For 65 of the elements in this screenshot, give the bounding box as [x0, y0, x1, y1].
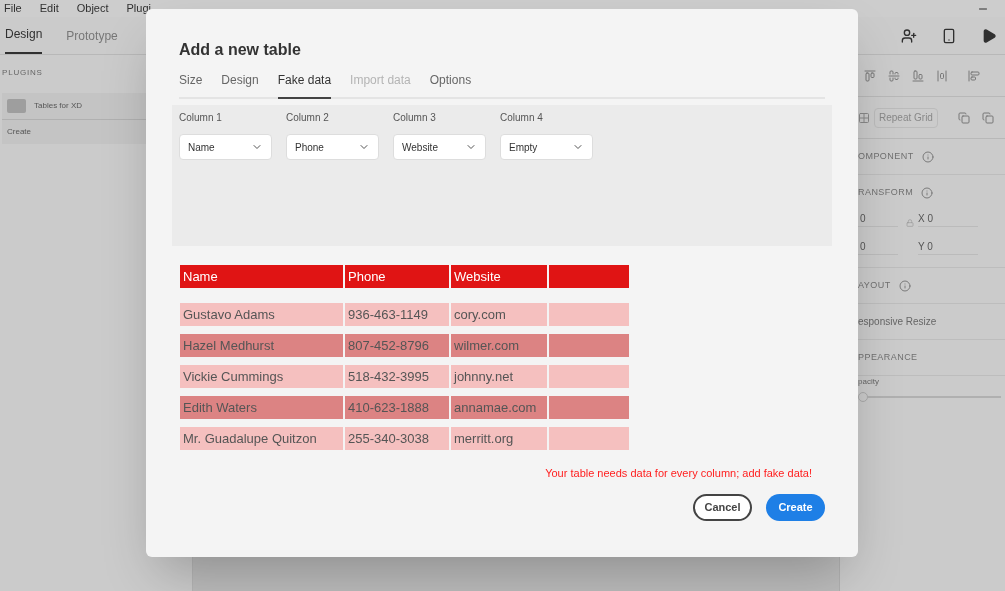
- distribute-icon[interactable]: [936, 69, 948, 82]
- table-cell: Edith Waters: [180, 396, 343, 419]
- table-header-cell: Phone: [345, 265, 449, 288]
- align-icon[interactable]: [888, 69, 900, 82]
- table-header-cell: Name: [180, 265, 343, 288]
- table-header-cell: Website: [451, 265, 547, 288]
- section-heading: OMPONENT: [858, 149, 914, 163]
- table-cell: Vickie Cummings: [180, 365, 343, 388]
- opacity-label: pacity: [858, 376, 880, 388]
- dialog-title: Add a new table: [179, 40, 302, 60]
- menu-item[interactable]: Plugi: [126, 0, 151, 17]
- dialog-tab[interactable]: Fake data: [277, 71, 332, 99]
- table-cell: 255-340-3038: [345, 427, 449, 450]
- info-icon[interactable]: [921, 187, 934, 199]
- cancel-button[interactable]: Cancel: [693, 493, 752, 521]
- phone-icon[interactable]: [941, 27, 957, 44]
- table-cell: merritt.org: [451, 427, 547, 450]
- play-icon[interactable]: [981, 27, 997, 44]
- table-cell: johnny.net: [451, 365, 547, 388]
- column-dropdown[interactable]: Website: [393, 134, 486, 160]
- column-label: Column 4: [500, 111, 544, 125]
- column-label: Column 2: [286, 111, 330, 125]
- mode-tab[interactable]: Design: [5, 25, 43, 54]
- column-dropdown[interactable]: Name: [179, 134, 272, 160]
- copy-icon[interactable]: [981, 111, 994, 124]
- align-icon[interactable]: [912, 69, 924, 82]
- column-dropdown[interactable]: Phone: [286, 134, 379, 160]
- section-heading: AYOUT: [858, 278, 891, 292]
- table-cell: Hazel Medhurst: [180, 334, 343, 357]
- section-heading: RANSFORM: [858, 186, 914, 200]
- table-cell: 807-452-8796: [345, 334, 449, 357]
- error-message: Your table needs data for every column; add fake data!: [545, 466, 812, 481]
- menu-item[interactable]: File: [4, 0, 22, 17]
- table-cell: Mr. Guadalupe Quitzon: [180, 427, 343, 450]
- section-heading: PLUGINS: [1, 67, 44, 79]
- dialog-tab[interactable]: Design: [221, 71, 259, 99]
- menu-item[interactable]: Object: [76, 0, 109, 17]
- create-button[interactable]: Create: [766, 493, 825, 521]
- y-field[interactable]: Y 0: [918, 239, 978, 255]
- info-icon[interactable]: [898, 279, 911, 292]
- menu-item[interactable]: Edit: [39, 0, 59, 17]
- table-cell: cory.com: [451, 303, 547, 326]
- lock-icon[interactable]: [906, 219, 914, 227]
- dialog-tab[interactable]: Size: [179, 71, 203, 99]
- info-icon[interactable]: [921, 150, 934, 163]
- table-cell: 936-463-1149: [345, 303, 449, 326]
- plugin-name[interactable]: Tables for XD: [34, 100, 83, 112]
- user-add-icon[interactable]: [901, 27, 917, 44]
- section-heading: PPEARANCE: [858, 350, 918, 364]
- x-field[interactable]: X 0: [918, 211, 978, 227]
- table-cell: Gustavo Adams: [180, 303, 343, 326]
- align-icon[interactable]: [968, 69, 980, 82]
- copy-icon[interactable]: [957, 111, 970, 124]
- table-cell: wilmer.com: [451, 334, 547, 357]
- responsive-resize-label: esponsive Resize: [858, 315, 937, 329]
- column-label: Column 3: [393, 111, 437, 125]
- grid-icon[interactable]: [858, 111, 870, 124]
- column-dropdown[interactable]: Empty: [500, 134, 593, 160]
- column-label: Column 1: [179, 111, 223, 125]
- folder-icon: [7, 99, 26, 113]
- table-cell: 518-432-3995: [345, 365, 449, 388]
- align-icon[interactable]: [864, 69, 876, 82]
- table-cell: annamae.com: [451, 396, 547, 419]
- dialog-tab[interactable]: Options: [429, 71, 472, 99]
- table-cell: 410-623-1888: [345, 396, 449, 419]
